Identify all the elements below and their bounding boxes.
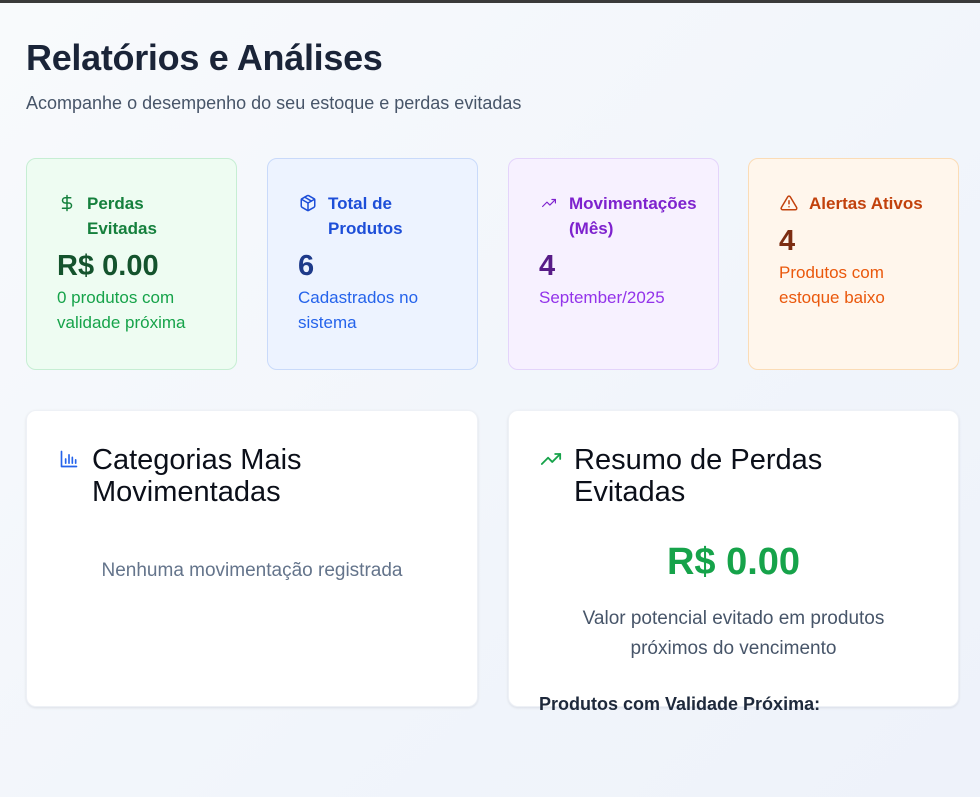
stat-header: Alertas Ativos [779,191,938,216]
window-top-border [0,0,980,3]
empty-state-message: Nenhuma movimentação registrada [101,560,403,581]
bar-chart-icon [58,444,80,474]
package-icon [298,192,318,214]
warning-icon [779,192,799,214]
trending-up-icon [540,444,562,474]
stat-description: Cadastrados no sistema [298,288,419,332]
page-subtitle: Acompanhe o desempenho do seu estoque e … [26,93,522,113]
panel-header: Categorias Mais Movimentadas [27,411,477,508]
stat-label: Perdas Evitadas [87,194,157,238]
stat-header: Perdas Evitadas [57,191,216,241]
summary-value: R$ 0.00 [666,541,801,583]
stats-grid: Perdas Evitadas R$ 0.00 0 produtos com v… [26,158,980,370]
stat-header: Movimentações (Mês) [539,191,698,241]
stat-card-perdas-evitadas: Perdas Evitadas R$ 0.00 0 produtos com v… [26,158,237,370]
panel-header: Resumo de Perdas Evitadas [509,411,958,508]
stat-value: R$ 0.00 [57,250,159,282]
stat-label: Total de Produtos [328,194,403,238]
expiring-products-heading: Produtos com Validade Próxima: [539,694,821,714]
stat-label: Movimentações (Mês) [569,194,697,238]
stat-label: Alertas Ativos [809,194,923,213]
stat-card-alertas-ativos: Alertas Ativos 4 Produtos com estoque ba… [748,158,959,370]
panel-title: Categorias Mais Movimentadas [92,444,302,508]
stat-value: 4 [539,250,556,282]
panel-title: Resumo de Perdas Evitadas [574,444,823,508]
stat-description: Produtos com estoque baixo [779,263,885,307]
page-title: Relatórios e Análises [26,37,383,78]
stat-card-total-produtos: Total de Produtos 6 Cadastrados no siste… [267,158,478,370]
summary-panel: Resumo de Perdas Evitadas R$ 0.00 Valor … [508,410,959,714]
stat-header: Total de Produtos [298,191,457,241]
trending-up-icon [539,192,559,214]
stat-description: 0 produtos com validade próxima [57,288,186,332]
reports-page: Relatórios e Análises Acompanhe o desemp… [26,36,980,714]
stat-card-movimentacoes: Movimentações (Mês) 4 September/2025 [508,158,719,370]
dollar-icon [57,192,77,214]
stat-value: 6 [298,250,315,282]
stat-value: 4 [779,225,796,257]
categories-panel: Categorias Mais Movimentadas Nenhuma mov… [26,410,478,707]
summary-description: Valor potencial evitado em produtos próx… [582,608,885,659]
stat-description: September/2025 [539,288,665,307]
